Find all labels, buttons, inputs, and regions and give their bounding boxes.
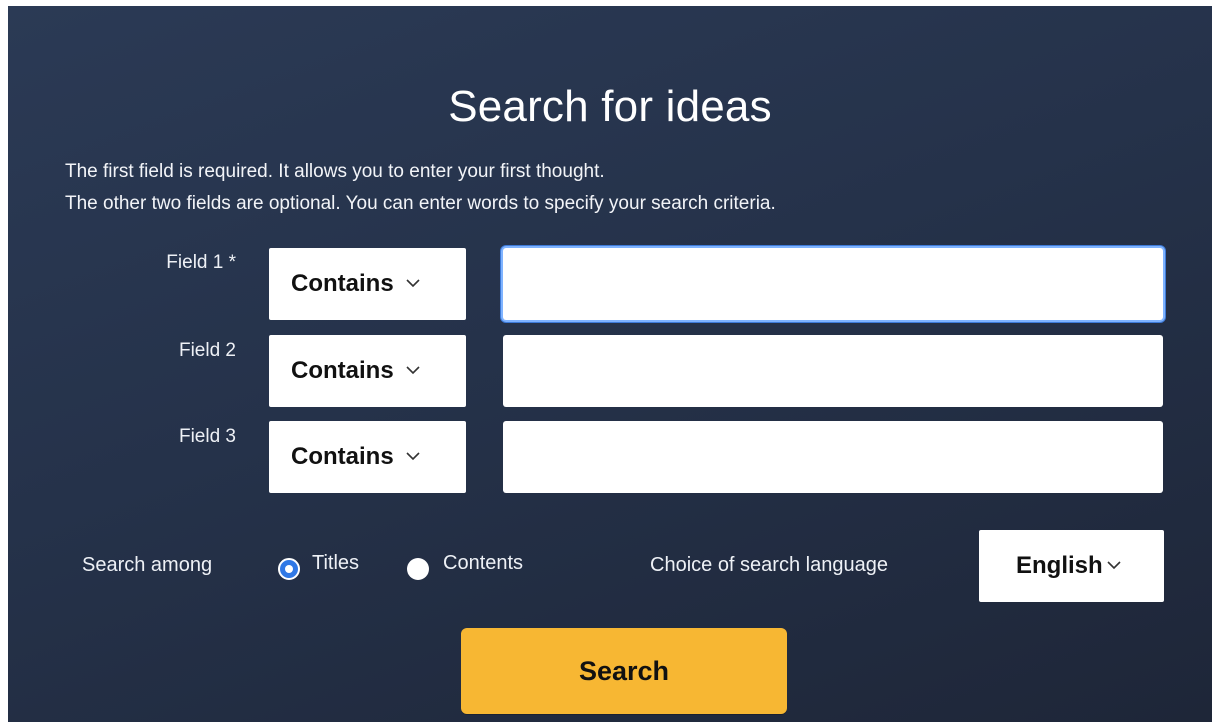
field-3-operator-value: Contains bbox=[291, 443, 394, 470]
field-1-operator-value: Contains bbox=[291, 270, 394, 297]
chevron-down-icon bbox=[406, 359, 420, 380]
field-2-input[interactable] bbox=[503, 335, 1163, 407]
field-3-operator-select[interactable]: Contains bbox=[269, 421, 466, 493]
field-3-label: Field 3 bbox=[178, 426, 236, 447]
field-1-input[interactable] bbox=[503, 248, 1163, 320]
search-panel: Search for ideas The first field is requ… bbox=[8, 6, 1212, 722]
radio-titles[interactable] bbox=[278, 558, 300, 580]
field-1-operator-select[interactable]: Contains bbox=[269, 248, 466, 320]
instruction-line-2: The other two fields are optional. You c… bbox=[65, 193, 776, 214]
language-select[interactable]: English bbox=[979, 530, 1164, 602]
field-3-input[interactable] bbox=[503, 421, 1163, 493]
radio-titles-label[interactable]: Titles bbox=[312, 552, 359, 575]
field-2-operator-value: Contains bbox=[291, 357, 394, 384]
page-title: Search for ideas bbox=[448, 82, 772, 131]
field-2-operator-select[interactable]: Contains bbox=[269, 335, 466, 407]
field-1-label: Field 1 * bbox=[166, 252, 236, 273]
language-value: English bbox=[1016, 552, 1103, 579]
instruction-line-1: The first field is required. It allows y… bbox=[65, 161, 605, 182]
chevron-down-icon bbox=[1107, 554, 1121, 575]
search-among-label: Search among bbox=[82, 554, 213, 576]
radio-contents[interactable] bbox=[407, 558, 429, 580]
search-button[interactable]: Search bbox=[461, 628, 787, 714]
field-2-label: Field 2 bbox=[178, 340, 236, 361]
radio-contents-label[interactable]: Contents bbox=[443, 552, 523, 575]
chevron-down-icon bbox=[406, 272, 420, 293]
chevron-down-icon bbox=[406, 445, 420, 466]
instructions: The first field is required. It allows y… bbox=[65, 156, 776, 220]
language-label: Choice of search language bbox=[650, 554, 888, 576]
